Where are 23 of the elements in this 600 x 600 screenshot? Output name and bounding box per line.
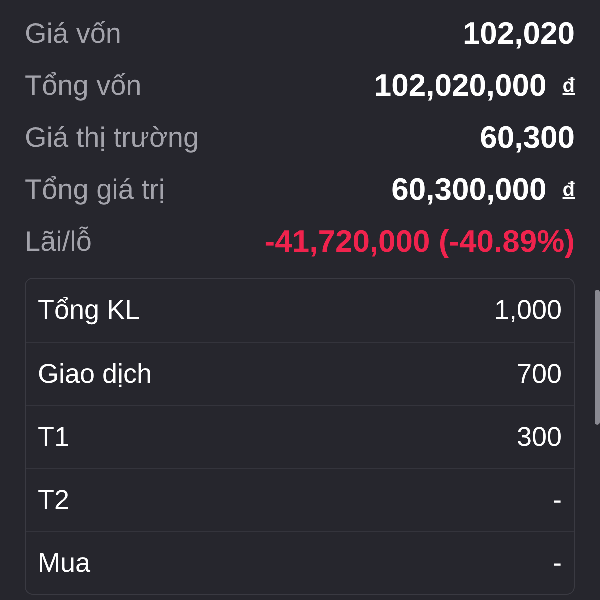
- field-value: 102,020,000: [374, 66, 547, 105]
- currency-symbol: đ: [562, 74, 575, 99]
- scrollbar-thumb[interactable]: [595, 290, 600, 425]
- field-value: 60,300,000: [392, 170, 547, 209]
- currency-symbol: đ: [562, 178, 575, 203]
- field-label: Tổng vốn: [25, 69, 142, 103]
- row-label: Mua: [38, 546, 91, 580]
- row-label: T1: [38, 420, 70, 454]
- row-value: -: [553, 484, 562, 517]
- row-value: 1,000: [494, 294, 562, 328]
- field-label: Giá vốn: [25, 17, 122, 51]
- row-value: 300: [516, 420, 562, 454]
- field-label: Lãi/lỗ: [25, 225, 92, 259]
- row-label: Tổng KL: [38, 294, 140, 328]
- row-label: T2: [38, 484, 70, 517]
- field-value: 60,300: [480, 118, 575, 157]
- row-label: Giao dịch: [38, 358, 152, 391]
- field-value: 102,020: [462, 14, 575, 53]
- field-label: Tổng giá trị: [25, 173, 166, 207]
- row-value: -: [553, 546, 562, 580]
- field-value: -41,720,000 (-40.89%): [264, 222, 575, 261]
- row-value: 700: [516, 358, 562, 391]
- field-label: Giá thị trường: [25, 121, 200, 155]
